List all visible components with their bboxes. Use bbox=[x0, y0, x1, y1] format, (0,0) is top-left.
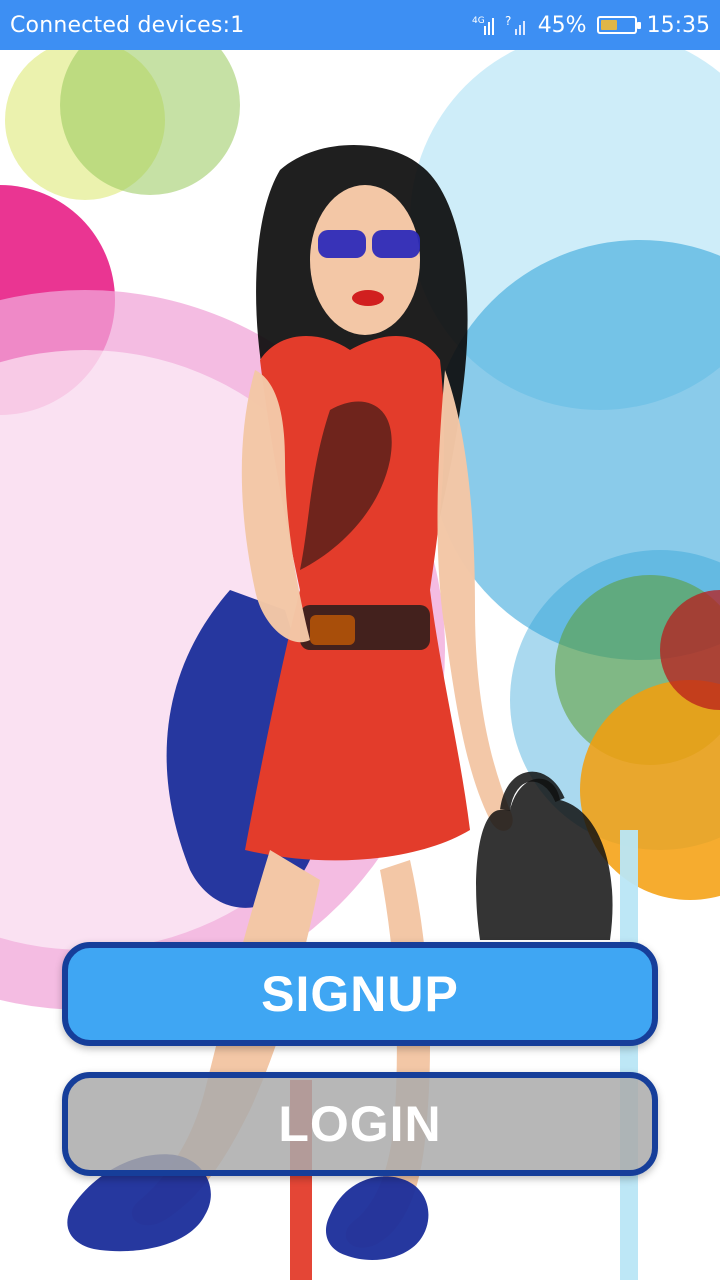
face-shape bbox=[310, 185, 420, 335]
bg-stripe-lightblue bbox=[620, 830, 638, 1280]
signal-unknown-icon: ? bbox=[504, 13, 528, 37]
svg-text:4G: 4G bbox=[472, 16, 485, 26]
screen: Connected devices:1 4G ? 45% 15:35 SIGNU… bbox=[0, 0, 720, 1280]
battery-outline bbox=[596, 16, 641, 34]
sunglasses-right bbox=[372, 230, 420, 258]
signup-button-label: SIGNUP bbox=[261, 966, 459, 1022]
signup-button[interactable]: SIGNUP bbox=[62, 942, 658, 1046]
belt-buckle bbox=[310, 615, 355, 645]
connected-devices-text: Connected devices:1 bbox=[10, 12, 245, 38]
status-bar: Connected devices:1 4G ? 45% 15:35 bbox=[0, 0, 720, 50]
battery-percent-text: 45% bbox=[537, 12, 587, 38]
login-button[interactable]: LOGIN bbox=[62, 1072, 658, 1176]
status-right-group: 4G ? 45% 15:35 bbox=[470, 13, 710, 38]
battery-icon bbox=[596, 16, 641, 34]
battery-fill bbox=[600, 20, 617, 30]
sunglasses-left bbox=[318, 230, 366, 258]
login-button-label: LOGIN bbox=[278, 1096, 442, 1152]
right-shoe bbox=[325, 1176, 429, 1260]
lips bbox=[352, 290, 384, 306]
time-text: 15:35 bbox=[646, 12, 710, 38]
svg-text:?: ? bbox=[505, 14, 511, 28]
network-4g-icon: 4G bbox=[470, 13, 494, 37]
